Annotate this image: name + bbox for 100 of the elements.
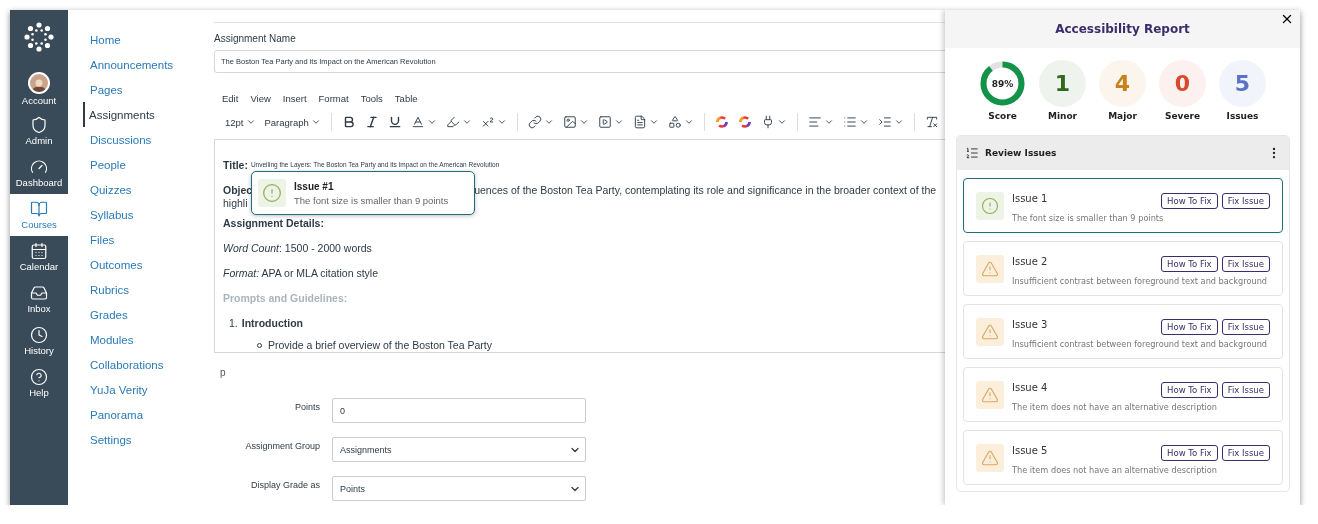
field-label: Display Grade as — [249, 479, 320, 492]
fix-issue-button[interactable]: Fix Issue — [1221, 255, 1270, 272]
global-nav-item[interactable]: Account — [10, 68, 68, 110]
fix-issue-button[interactable]: Fix Issue — [1221, 192, 1270, 209]
list-item: Introduction — [241, 316, 303, 329]
course-nav-link[interactable]: Pages — [84, 77, 210, 102]
clear-format-icon[interactable] — [924, 115, 939, 129]
align-left-icon[interactable] — [807, 115, 822, 129]
card-title: Review Issues — [985, 148, 1058, 158]
video-icon[interactable] — [597, 115, 612, 129]
stat-label: Severe — [1164, 111, 1201, 121]
editor-menu-item[interactable]: Edit — [222, 93, 239, 104]
input-field[interactable]: 0 — [332, 398, 586, 423]
caret-icon[interactable] — [683, 117, 694, 127]
issue-item[interactable]: Issue 3 How To Fix Fix Issue Insufficient contrast between foreground text and background — [963, 304, 1283, 359]
global-nav-item[interactable]: Dashboard — [10, 152, 68, 194]
caret-icon[interactable] — [613, 117, 624, 127]
global-nav-item[interactable]: Courses — [10, 194, 68, 236]
document-icon[interactable] — [632, 115, 647, 129]
colorful-ring-icon[interactable] — [737, 115, 752, 129]
section-heading: Prompts and Guidelines: — [223, 291, 348, 304]
list-icon[interactable] — [842, 115, 857, 129]
course-nav-link[interactable]: Grades — [84, 302, 210, 327]
how-to-fix-button[interactable]: How To Fix — [1161, 192, 1218, 209]
help-icon — [30, 368, 48, 386]
editor-menu-item[interactable]: View — [250, 93, 271, 104]
global-nav-item[interactable]: History — [10, 320, 68, 362]
caret-icon[interactable] — [858, 117, 869, 127]
indent-icon[interactable] — [877, 115, 892, 129]
text-color-icon[interactable] — [410, 115, 425, 129]
element-path: p — [220, 367, 227, 378]
objective-text-fragment: highli — [223, 197, 248, 209]
course-nav-link[interactable]: Outcomes — [84, 252, 210, 277]
editor-menu-item[interactable]: Insert — [282, 93, 307, 104]
format-text: Format: APA or MLA citation style — [223, 266, 379, 279]
caret-icon[interactable] — [578, 117, 589, 127]
image-icon[interactable] — [562, 115, 577, 129]
alert-circle-icon — [981, 196, 999, 215]
how-to-fix-button[interactable]: How To Fix — [1161, 444, 1218, 461]
score-donut: 89% — [979, 60, 1026, 107]
colorful-ring-icon[interactable] — [714, 115, 729, 129]
block-format-dropdown[interactable]: Paragraph — [261, 112, 324, 132]
course-nav-link[interactable]: Quizzes — [84, 177, 210, 202]
course-nav-link[interactable]: Assignments — [83, 102, 210, 127]
fix-issue-button[interactable]: Fix Issue — [1221, 318, 1270, 335]
close-icon[interactable] — [1280, 12, 1294, 26]
caret-icon[interactable] — [893, 117, 904, 127]
italic-icon[interactable] — [364, 115, 379, 129]
superscript-icon[interactable] — [480, 115, 495, 129]
issue-item[interactable]: Issue 4 How To Fix Fix Issue The item does not have an alternative description — [963, 367, 1283, 422]
editor-menu-item[interactable]: Table — [394, 93, 418, 104]
course-nav-link[interactable]: Home — [84, 27, 210, 52]
course-nav-link[interactable]: Panorama — [84, 402, 210, 427]
global-nav-item[interactable]: Help — [10, 362, 68, 404]
caret-icon[interactable] — [496, 117, 507, 127]
logo-icon[interactable] — [24, 22, 54, 52]
caret-icon[interactable] — [461, 117, 472, 127]
stat-label: Minor — [1047, 111, 1078, 121]
clock-icon — [30, 326, 48, 344]
how-to-fix-button[interactable]: How To Fix — [1161, 381, 1218, 398]
issue-item[interactable]: Issue 5 How To Fix Fix Issue The item does not have an alternative description — [963, 430, 1283, 485]
course-nav-link[interactable]: Files — [84, 227, 210, 252]
global-nav-item[interactable]: Admin — [10, 110, 68, 152]
course-nav-link[interactable]: People — [84, 152, 210, 177]
list-item: Provide a brief overview of the Boston Tea Party — [268, 339, 492, 351]
select-field[interactable]: Assignments — [332, 437, 586, 462]
font-size-dropdown[interactable]: 12pt — [222, 112, 259, 132]
gauge-icon — [30, 158, 48, 176]
course-nav-link[interactable]: Rubrics — [84, 277, 210, 302]
course-nav-link[interactable]: Settings — [84, 427, 210, 452]
underline-icon[interactable] — [387, 115, 402, 129]
course-nav-link[interactable]: Modules — [84, 327, 210, 352]
shapes-icon[interactable] — [667, 115, 682, 129]
course-nav-link[interactable]: Syllabus — [84, 202, 210, 227]
course-nav-link[interactable]: YuJa Verity — [84, 377, 210, 402]
objective-text: uences of the Boston Tea Party, contemplating its role and significance in the broader context of the — [474, 183, 937, 196]
issue-item[interactable]: Issue 2 How To Fix Fix Issue Insufficient contrast between foreground text and background — [963, 241, 1283, 296]
how-to-fix-button[interactable]: How To Fix — [1161, 255, 1218, 272]
select-field[interactable]: Points — [332, 476, 586, 501]
global-nav-item[interactable]: Inbox — [10, 278, 68, 320]
caret-icon[interactable] — [543, 117, 554, 127]
course-nav-link[interactable]: Discussions — [84, 127, 210, 152]
fix-issue-button[interactable]: Fix Issue — [1221, 444, 1270, 461]
caret-icon[interactable] — [426, 117, 437, 127]
caret-icon[interactable] — [776, 117, 787, 127]
numbered-list-icon — [965, 146, 979, 160]
course-nav-link[interactable]: Announcements — [84, 52, 210, 77]
global-nav-item[interactable]: Calendar — [10, 236, 68, 278]
issue-title: Issue 3 — [1012, 319, 1048, 330]
course-nav-link[interactable]: Collaborations — [84, 352, 210, 377]
editor-menu-item[interactable]: Format — [318, 93, 349, 104]
caret-icon[interactable] — [648, 117, 659, 127]
warning-icon — [981, 385, 999, 404]
issue-item[interactable]: Issue 1 How To Fix Fix Issue The font size is smaller than 9 points — [963, 178, 1283, 233]
link-icon[interactable] — [527, 115, 542, 129]
fix-issue-button[interactable]: Fix Issue — [1221, 381, 1270, 398]
editor-menu-item[interactable]: Tools — [360, 93, 383, 104]
how-to-fix-button[interactable]: How To Fix — [1161, 318, 1218, 335]
highlighter-icon[interactable] — [445, 115, 460, 129]
caret-icon[interactable] — [823, 117, 834, 127]
